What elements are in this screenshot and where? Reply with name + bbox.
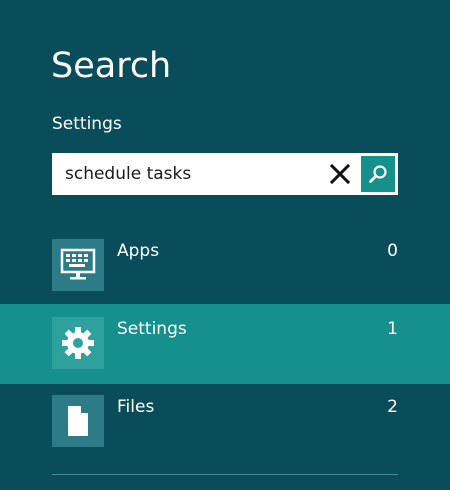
result-count: 1: [387, 319, 398, 339]
result-label: Apps: [117, 241, 160, 261]
result-row-apps[interactable]: Apps 0: [0, 226, 450, 306]
clear-search-button[interactable]: [325, 159, 355, 189]
result-row-settings[interactable]: Settings 1: [0, 304, 450, 384]
result-count: 0: [387, 241, 398, 261]
result-label: Settings: [117, 319, 187, 339]
result-label: Files: [117, 397, 155, 417]
search-charm-pane: Search Settings schedule tasks Apps 0 Se…: [0, 0, 450, 490]
gear-icon: [62, 327, 94, 359]
search-icon: [369, 165, 387, 183]
document-icon: [68, 405, 89, 436]
settings-tile: [52, 317, 104, 369]
result-count: 2: [387, 397, 398, 417]
pane-title: Search: [51, 46, 172, 86]
search-box: [52, 153, 398, 195]
search-input[interactable]: [53, 154, 319, 194]
result-row-files[interactable]: Files 2: [0, 382, 450, 462]
results-divider: [52, 474, 398, 475]
close-icon: [329, 163, 351, 185]
search-scope-label: Settings: [52, 114, 122, 134]
apps-keyboard-icon: [60, 248, 96, 280]
search-submit-button[interactable]: [359, 154, 397, 194]
files-tile: [52, 395, 104, 447]
apps-tile: [52, 239, 104, 291]
